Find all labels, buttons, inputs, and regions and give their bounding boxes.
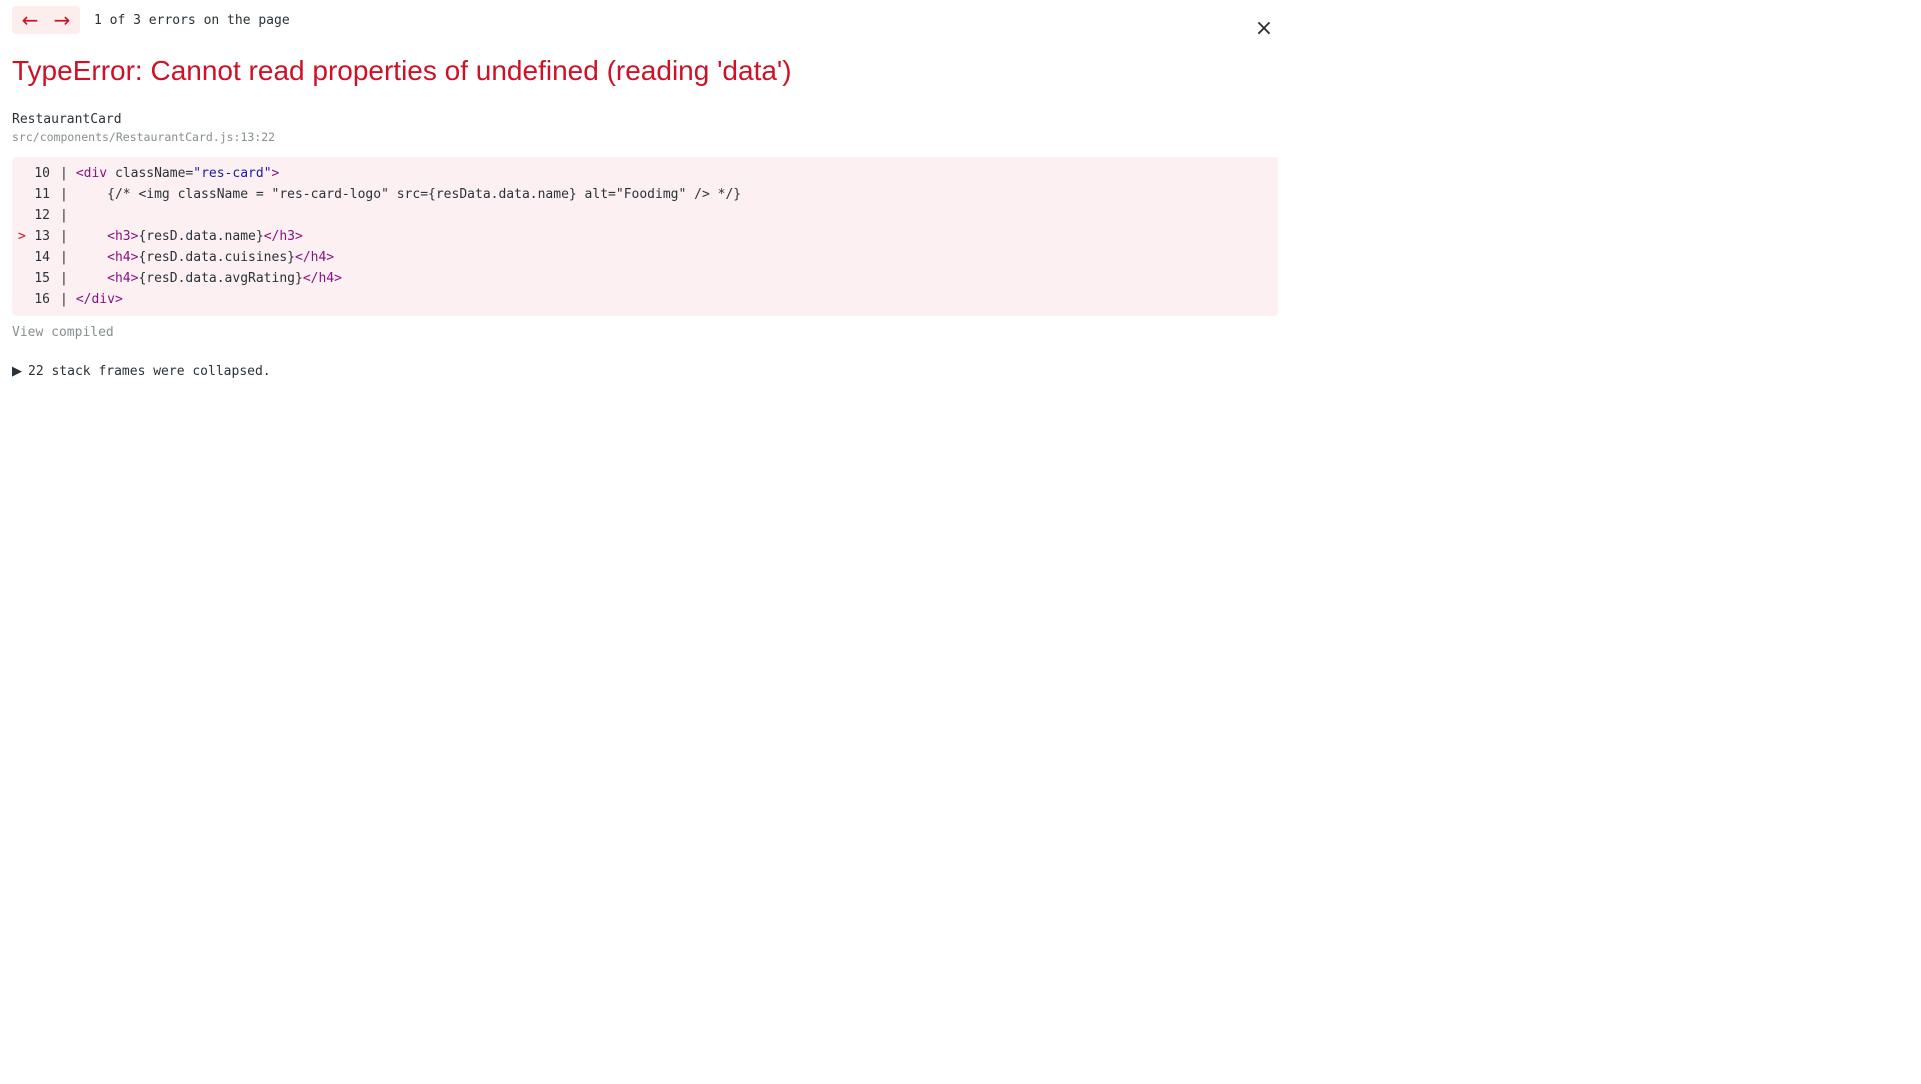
stack-frames-toggle[interactable]: ▶ 22 stack frames were collapsed.: [12, 364, 1278, 379]
error-title: TypeError: Cannot read properties of und…: [12, 55, 792, 86]
line-number: 16: [12, 289, 54, 310]
code-line: 14 | <h4> {resD.data.cuisines} </h4>: [12, 247, 1266, 268]
component-name: RestaurantCard: [12, 111, 122, 127]
code-token: </div>: [75, 291, 123, 307]
code-token: </h4>: [295, 249, 335, 265]
line-number-text: 16: [34, 291, 50, 307]
error-navigation: ← →: [12, 6, 80, 34]
code-frame: 10 | <div className= "res-card" >11 | {/* <im…: [12, 156, 1278, 316]
line-number-text: 11: [34, 186, 50, 202]
code-token: <h4>: [107, 249, 139, 265]
triangle-right-icon: ▶: [12, 363, 22, 379]
arrow-right-icon: →: [53, 8, 71, 32]
gutter-separator: |: [60, 291, 68, 307]
stack-frames-label: 22 stack frames were collapsed.: [28, 363, 271, 379]
code-token: {resD.data.name}: [138, 228, 264, 244]
code-line: 16 | </div>: [12, 289, 1266, 310]
file-path-link[interactable]: src/components/RestaurantCard.js:13:22: [12, 130, 1278, 144]
code-token: </h3>: [263, 228, 303, 244]
code-line: 11 | {/* <img className = "res-card-logo"…: [12, 184, 1266, 205]
code-token: {resD.data.avgRating}: [138, 270, 303, 286]
line-number-text: 13: [34, 228, 50, 244]
code-line: 15 | <h4> {resD.data.avgRating} </h4>: [12, 268, 1266, 289]
code-token: {resD.data.cuisines}: [138, 249, 295, 265]
code-token: </h4>: [302, 270, 342, 286]
code-token: <h4>: [107, 270, 139, 286]
line-number-text: 15: [34, 270, 50, 286]
line-number-text: 12: [34, 207, 50, 223]
gutter-separator: |: [60, 249, 68, 265]
gutter-separator: |: [60, 270, 68, 286]
gutter-separator: |: [60, 228, 68, 244]
code-line: 12 |: [12, 205, 1266, 226]
close-button[interactable]: ×: [1250, 14, 1278, 42]
code-token: {/* <img className = "res-card-logo" src…: [75, 186, 742, 202]
error-count-label: 1 of 3 errors on the page: [94, 12, 290, 28]
line-number: 14: [12, 247, 54, 268]
code-token: >: [271, 165, 280, 181]
error-overlay: ← → 1 of 3 errors on the page × TypeErro…: [0, 0, 1290, 387]
overlay-header: ← → 1 of 3 errors on the page ×: [12, 6, 1278, 41]
line-number: 11: [12, 184, 54, 205]
gutter-separator: |: [60, 186, 68, 202]
previous-error-button[interactable]: ←: [14, 6, 46, 34]
code-token: <div: [75, 165, 115, 181]
line-number-text: 14: [34, 249, 50, 265]
code-line: 10 | <div className= "res-card" >: [12, 163, 1266, 184]
code-token: <h3>: [107, 228, 139, 244]
line-number-text: 10: [34, 165, 50, 181]
gutter-separator: |: [60, 207, 68, 223]
close-icon: ×: [1254, 15, 1274, 41]
code-token: "res-card": [193, 165, 272, 181]
line-number: 12: [12, 205, 54, 226]
line-number: >13: [12, 226, 54, 247]
view-compiled-button[interactable]: View compiled: [12, 325, 1278, 340]
code-line: >13 | <h3> {resD.data.name} </h3>: [12, 226, 1266, 247]
gutter-separator: |: [60, 165, 68, 181]
code-token: className=: [114, 165, 194, 181]
line-number: 10: [12, 163, 54, 184]
arrow-left-icon: ←: [21, 8, 39, 32]
error-line-marker: >: [18, 228, 26, 244]
next-error-button[interactable]: →: [46, 6, 78, 34]
line-number: 15: [12, 268, 54, 289]
